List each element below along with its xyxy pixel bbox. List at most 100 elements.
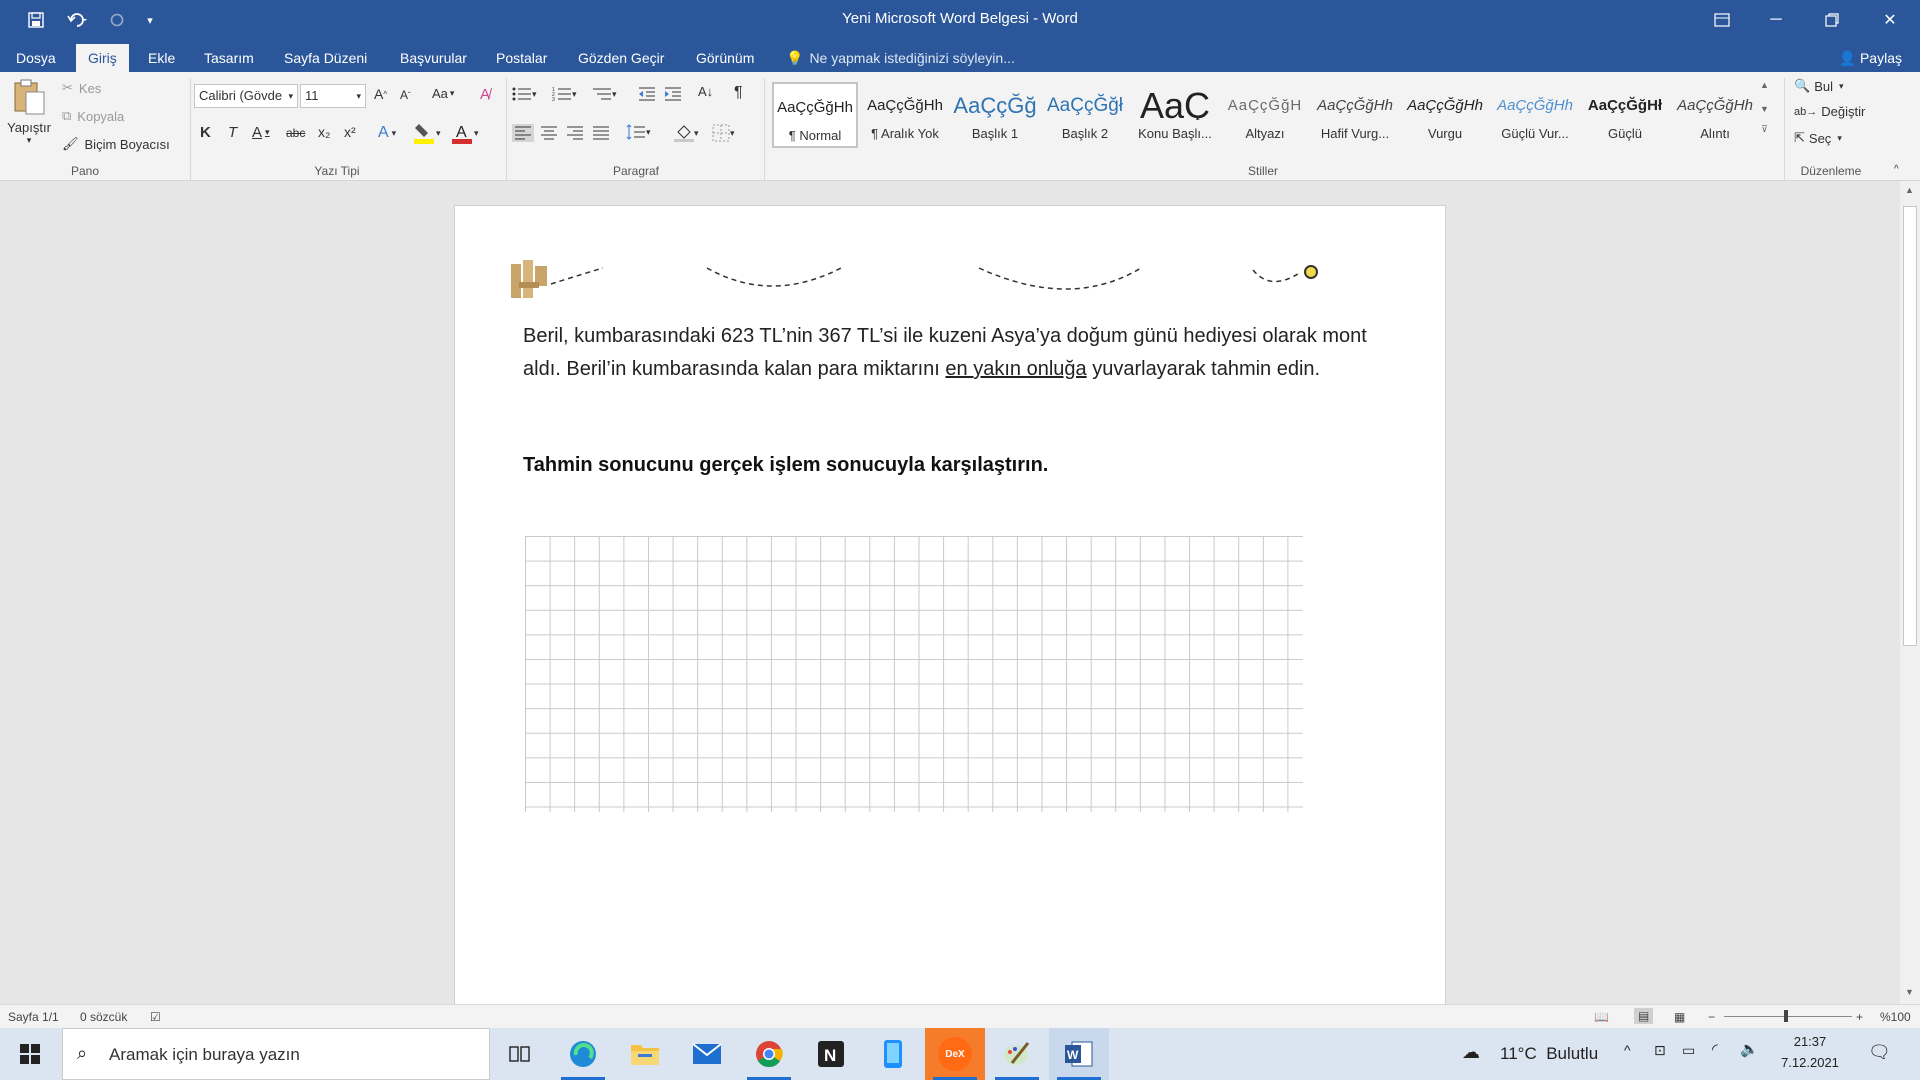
battery-icon[interactable]: ▭ bbox=[1682, 1042, 1695, 1059]
tab-home[interactable]: Giriş bbox=[76, 44, 129, 72]
tab-insert[interactable]: Ekle bbox=[136, 44, 187, 72]
style-item[interactable]: AaÇçĞğł Başlık 2 bbox=[1042, 82, 1128, 148]
align-left-button[interactable] bbox=[512, 124, 534, 142]
increase-indent-icon[interactable] bbox=[664, 86, 682, 102]
scroll-up-icon[interactable]: ▲ bbox=[1905, 185, 1914, 195]
align-right-icon[interactable] bbox=[566, 126, 584, 140]
style-item[interactable]: AaÇçĞğH Altyazı bbox=[1222, 82, 1308, 148]
tell-me-box[interactable]: 💡 Ne yapmak istediğinizi söyleyin... bbox=[786, 44, 1015, 72]
align-center-icon[interactable] bbox=[540, 126, 558, 140]
word-count[interactable]: 0 sözcük bbox=[80, 1010, 127, 1024]
tab-references[interactable]: Başvurular bbox=[388, 44, 479, 72]
zoom-in-icon[interactable]: + bbox=[1856, 1010, 1863, 1024]
multilevel-list-button[interactable]: ▾ bbox=[592, 86, 617, 102]
select-button[interactable]: ⇱ Seç ▾ bbox=[1794, 130, 1842, 146]
numbering-button[interactable]: 1 2 3 ▾ bbox=[552, 86, 577, 102]
phone-app-icon[interactable] bbox=[863, 1028, 923, 1080]
zoom-level[interactable]: %100 bbox=[1880, 1010, 1911, 1024]
decrease-indent-icon[interactable] bbox=[638, 86, 656, 102]
clock[interactable]: 21:37 7.12.2021 bbox=[1772, 1034, 1848, 1070]
style-item[interactable]: AaÇçĞğHł Güçlü bbox=[1582, 82, 1668, 148]
tab-mailings[interactable]: Postalar bbox=[484, 44, 559, 72]
web-layout-icon[interactable]: ▦ bbox=[1674, 1010, 1685, 1024]
justify-icon[interactable] bbox=[592, 126, 610, 140]
network-device-icon[interactable]: ⊡ bbox=[1654, 1042, 1666, 1059]
cloud-icon[interactable]: ☁ bbox=[1462, 1042, 1480, 1063]
cut-button[interactable]: ✂ Kes bbox=[62, 80, 101, 96]
sort-icon[interactable]: A↓ bbox=[698, 84, 713, 99]
shrink-font-button[interactable]: Aˇ bbox=[400, 88, 411, 102]
style-item[interactable]: AaÇçĞğ Başlık 1 bbox=[952, 82, 1038, 148]
style-item[interactable]: AaÇçĞğHh ¶ Normal bbox=[772, 82, 858, 148]
tab-view[interactable]: Görünüm bbox=[684, 44, 766, 72]
bullets-button[interactable]: ▾ bbox=[512, 86, 537, 102]
paste-button[interactable]: Yapıştır ▾ bbox=[4, 78, 54, 162]
minimize-button[interactable]: ─ bbox=[1748, 0, 1804, 40]
format-painter-button[interactable]: 🖌 Biçim Boyacısı bbox=[62, 136, 170, 152]
line-spacing-button[interactable]: ▾ bbox=[626, 124, 651, 140]
style-item[interactable]: AaÇçĞğHh Vurgu bbox=[1402, 82, 1488, 148]
font-color-button[interactable]: A ▾ bbox=[452, 122, 479, 144]
close-button[interactable]: ✕ bbox=[1862, 0, 1918, 40]
italic-button[interactable]: T bbox=[228, 124, 237, 141]
text-effects-icon[interactable]: A ▾ bbox=[378, 124, 396, 142]
expand-gallery-icon[interactable]: ⊽ bbox=[1761, 124, 1768, 135]
chrome-icon[interactable] bbox=[739, 1028, 799, 1080]
bold-button[interactable]: K bbox=[200, 124, 211, 141]
notifications-icon[interactable]: 🗨 bbox=[1868, 1042, 1891, 1063]
maximize-button[interactable] bbox=[1804, 0, 1860, 40]
volume-icon[interactable]: 🔈 bbox=[1740, 1040, 1759, 1058]
scroll-down-icon[interactable]: ▼ bbox=[1760, 104, 1769, 114]
highlight-color-button[interactable]: ▾ bbox=[414, 122, 441, 144]
find-button[interactable]: 🔍 Bul ▾ bbox=[1794, 78, 1844, 94]
weather-widget[interactable]: 11°C Bulutlu bbox=[1500, 1044, 1598, 1064]
wifi-icon[interactable]: ◜ bbox=[1712, 1040, 1718, 1058]
proofing-icon[interactable]: ☑ bbox=[150, 1010, 161, 1024]
tab-layout[interactable]: Sayfa Düzeni bbox=[272, 44, 379, 72]
strikethrough-button[interactable]: abc bbox=[286, 126, 305, 140]
page-count[interactable]: Sayfa 1/1 bbox=[8, 1010, 59, 1024]
word-taskbar-icon[interactable]: W bbox=[1049, 1028, 1109, 1080]
style-item[interactable]: AaÇçĞğHh Güçlü Vur... bbox=[1492, 82, 1578, 148]
notion-icon[interactable]: N bbox=[801, 1028, 861, 1080]
tab-design[interactable]: Tasarım bbox=[192, 44, 266, 72]
scrollbar-thumb[interactable] bbox=[1903, 206, 1917, 646]
samsung-dex-icon[interactable]: DeX bbox=[925, 1028, 985, 1080]
underline-button[interactable]: A ▾ bbox=[252, 124, 270, 141]
zoom-slider[interactable] bbox=[1724, 1016, 1852, 1017]
style-item[interactable]: AaÇçĞğHh Alıntı bbox=[1672, 82, 1758, 148]
vertical-scrollbar[interactable]: ▲ ▼ bbox=[1900, 181, 1920, 1004]
ribbon-display-options-icon[interactable] bbox=[1694, 0, 1750, 40]
start-button[interactable] bbox=[0, 1028, 60, 1080]
mail-icon[interactable] bbox=[677, 1028, 737, 1080]
copy-button[interactable]: ⧉ Kopyala bbox=[62, 108, 124, 124]
style-item[interactable]: AaÇçĞğHh Hafif Vurg... bbox=[1312, 82, 1398, 148]
read-mode-icon[interactable]: 📖 bbox=[1594, 1010, 1609, 1024]
style-item[interactable]: AaÇçĞğHh ¶ Aralık Yok bbox=[862, 82, 948, 148]
zoom-slider-thumb[interactable] bbox=[1784, 1010, 1788, 1022]
tab-file[interactable]: Dosya bbox=[4, 44, 68, 72]
grow-font-button[interactable]: A ^ bbox=[374, 86, 387, 102]
style-item[interactable]: AaÇ Konu Başlı... bbox=[1132, 82, 1218, 148]
collapse-ribbon-icon[interactable]: ^ bbox=[1894, 164, 1899, 175]
replace-button[interactable]: ab→ Değiştir bbox=[1794, 104, 1865, 119]
clear-formatting-icon[interactable]: A̸ bbox=[480, 86, 490, 103]
chevron-up-icon[interactable]: ^ bbox=[1624, 1042, 1631, 1058]
borders-button[interactable]: ▾ bbox=[712, 124, 735, 142]
superscript-button[interactable]: x² bbox=[344, 124, 356, 140]
edge-icon[interactable] bbox=[553, 1028, 613, 1080]
paint-icon[interactable] bbox=[987, 1028, 1047, 1080]
taskbar-search-box[interactable]: ⌕ Aramak için buraya yazın bbox=[62, 1028, 490, 1080]
zoom-out-icon[interactable]: − bbox=[1708, 1010, 1715, 1024]
document-page[interactable]: Beril, kumbarasındaki 623 TL’nin 367 TL’… bbox=[454, 205, 1446, 1004]
font-family-select[interactable]: Calibri (Gövde ▾ bbox=[194, 84, 298, 108]
subscript-button[interactable]: x₂ bbox=[318, 124, 330, 140]
font-size-select[interactable]: 11 ▾ bbox=[300, 84, 366, 108]
task-view-icon[interactable] bbox=[490, 1028, 550, 1080]
file-explorer-icon[interactable] bbox=[615, 1028, 675, 1080]
scroll-down-icon[interactable]: ▼ bbox=[1905, 987, 1914, 997]
tab-review[interactable]: Gözden Geçir bbox=[566, 44, 676, 72]
change-case-button[interactable]: Aa ▾ bbox=[432, 86, 454, 101]
pilcrow-icon[interactable]: ¶ bbox=[734, 84, 743, 102]
scroll-up-icon[interactable]: ▲ bbox=[1760, 80, 1769, 90]
